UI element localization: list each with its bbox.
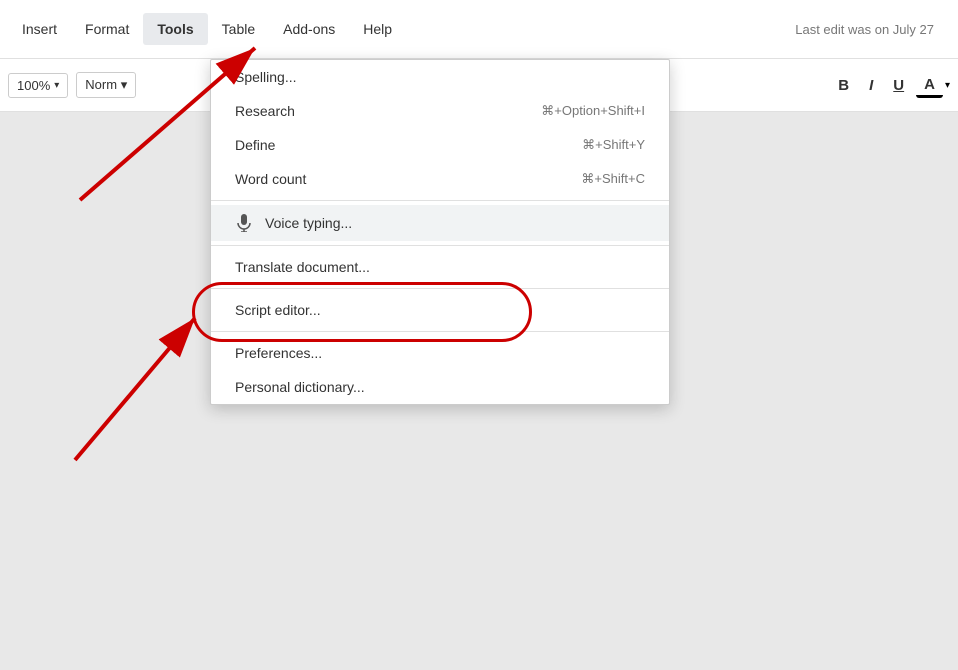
dropdown-item-label: Translate document...: [235, 259, 645, 275]
dropdown-item-research[interactable]: Research ⌘+Option+Shift+I: [211, 94, 669, 128]
menu-tools[interactable]: Tools: [143, 13, 207, 45]
style-selector[interactable]: Norm ▾: [76, 72, 136, 98]
style-arrow: ▾: [121, 77, 128, 92]
style-value: Norm: [85, 77, 117, 92]
dropdown-item-script-editor---[interactable]: Script editor...: [211, 293, 669, 327]
dropdown-item-spelling---[interactable]: Spelling...: [211, 60, 669, 94]
zoom-value: 100%: [17, 78, 50, 93]
menu-table[interactable]: Table: [208, 13, 269, 45]
dropdown-item-label: Preferences...: [235, 345, 645, 361]
dropdown-item-preferences---[interactable]: Preferences...: [211, 336, 669, 370]
dropdown-item-voice-typing---[interactable]: Voice typing...: [211, 205, 669, 241]
dropdown-item-label: Personal dictionary...: [235, 379, 645, 395]
zoom-selector[interactable]: 100% ▾: [8, 73, 68, 98]
microphone-icon: [235, 214, 253, 232]
italic-button[interactable]: I: [861, 73, 881, 98]
menu-addons[interactable]: Add-ons: [269, 13, 349, 45]
menu-format[interactable]: Format: [71, 13, 143, 45]
menu-help[interactable]: Help: [349, 13, 406, 45]
dropdown-separator: [211, 288, 669, 289]
last-edit-label: Last edit was on July 27: [795, 22, 950, 37]
dropdown-item-word-count[interactable]: Word count ⌘+Shift+C: [211, 162, 669, 196]
dropdown-item-define[interactable]: Define ⌘+Shift+Y: [211, 128, 669, 162]
dropdown-item-shortcut: ⌘+Option+Shift+I: [541, 103, 645, 119]
menubar: Insert Format Tools Table Add-ons Help L…: [0, 0, 958, 59]
dropdown-item-label: Research: [235, 103, 501, 119]
dropdown-item-label: Script editor...: [235, 302, 645, 318]
dropdown-separator: [211, 331, 669, 332]
font-color-button[interactable]: A: [916, 72, 943, 98]
bold-button[interactable]: B: [830, 73, 857, 98]
dropdown-separator: [211, 200, 669, 201]
dropdown-item-shortcut: ⌘+Shift+Y: [582, 137, 645, 153]
dropdown-item-personal-dictionary---[interactable]: Personal dictionary...: [211, 370, 669, 404]
underline-button[interactable]: U: [885, 73, 912, 98]
menu-insert[interactable]: Insert: [8, 13, 71, 45]
tools-dropdown: Spelling... Research ⌘+Option+Shift+I Defin…: [210, 59, 670, 405]
dropdown-item-shortcut: ⌘+Shift+C: [581, 171, 645, 187]
zoom-arrow: ▾: [54, 80, 59, 91]
dropdown-item-label: Spelling...: [235, 69, 645, 85]
font-color-arrow[interactable]: ▾: [945, 80, 950, 91]
dropdown-item-label: Word count: [235, 171, 541, 187]
dropdown-item-label: Define: [235, 137, 542, 153]
dropdown-item-translate-document---[interactable]: Translate document...: [211, 250, 669, 284]
dropdown-separator: [211, 245, 669, 246]
dropdown-item-label: Voice typing...: [265, 215, 645, 231]
